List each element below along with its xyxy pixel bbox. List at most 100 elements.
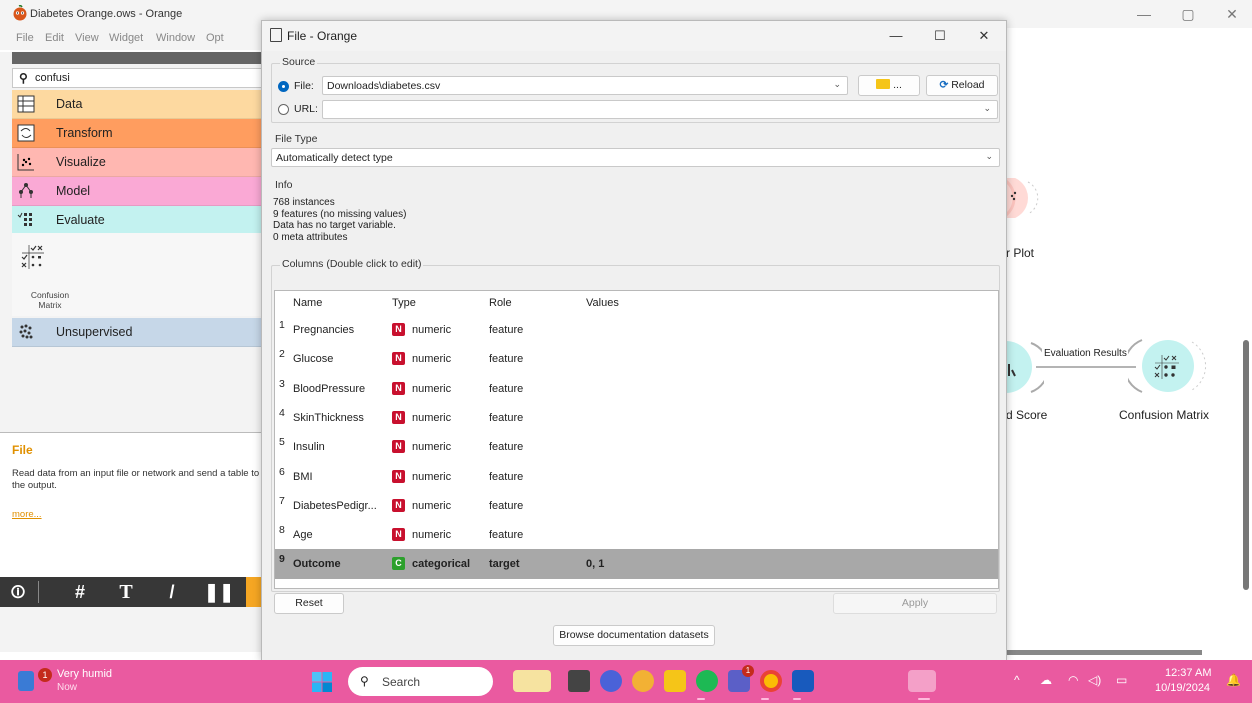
column-values[interactable]: 0, 1 [586,558,604,570]
file-path-value: Downloads\diabetes.csv [327,80,441,92]
chrome-icon[interactable] [760,670,782,692]
browse-documentation-button[interactable]: Browse documentation datasets [553,625,715,646]
column-header-values[interactable]: Values [586,297,619,309]
orange-app-icon[interactable] [908,670,936,692]
news-widget-icon[interactable] [513,670,551,692]
dialog-minimize-icon[interactable]: — [882,26,910,46]
column-role[interactable]: feature [489,500,523,512]
confusion-matrix-node[interactable] [1123,336,1208,398]
cloud-icon[interactable]: ☁ [1040,673,1052,687]
task-view-icon[interactable] [568,670,590,692]
column-type[interactable]: numeric [412,500,451,512]
browse-file-button[interactable]: ... [858,75,920,96]
table-row[interactable]: 8 Age Nnumeric feature [275,520,998,549]
close-icon[interactable]: ✕ [1220,4,1244,24]
column-role[interactable]: feature [489,412,523,424]
url-radio[interactable] [278,104,289,115]
file-path-combo[interactable]: Downloads\diabetes.csv ⌄ [322,76,848,95]
table-row[interactable]: 1 Pregnancies Nnumeric feature [275,315,998,344]
column-type[interactable]: numeric [412,471,451,483]
column-header-role[interactable]: Role [489,297,512,309]
link-label[interactable]: Evaluation Results [1042,348,1129,359]
windows-start-icon[interactable] [312,672,332,692]
help-more-link[interactable]: more... [12,509,42,520]
weather-title[interactable]: Very humid [57,668,112,680]
tray-chevron-icon[interactable]: ^ [1014,673,1020,687]
table-row[interactable]: 9 Outcome Ccategorical target 0, 1 [275,549,998,579]
menu-window[interactable]: Window [156,32,195,44]
table-row[interactable]: 7 DiabetesPedigr... Nnumeric feature [275,491,998,520]
toolbox-search-input[interactable]: ⚲ confusi [12,68,262,88]
column-type[interactable]: numeric [412,353,451,365]
clock-date[interactable]: 10/19/2024 [1155,682,1210,694]
menu-widget[interactable]: Widget [109,32,143,44]
column-header-type[interactable]: Type [392,297,416,309]
text-annotation-icon[interactable]: T [112,580,140,604]
file-explorer-icon[interactable] [664,670,686,692]
column-role[interactable]: feature [489,471,523,483]
dialog-maximize-icon[interactable]: ☐ [926,26,954,46]
column-type[interactable]: numeric [412,529,451,541]
volume-icon[interactable]: ◁) [1088,673,1101,687]
column-type[interactable]: numeric [412,412,451,424]
column-type[interactable]: numeric [412,383,451,395]
teams-meet-icon[interactable] [600,670,622,692]
table-row[interactable]: 4 SkinThickness Nnumeric feature [275,403,998,432]
apply-button[interactable]: Apply [833,593,997,614]
weather-icon[interactable] [18,671,34,691]
scatter-plot-node[interactable] [984,176,1046,232]
category-data[interactable]: Data [12,90,262,119]
battery-icon[interactable]: ▭ [1116,673,1127,687]
menu-options[interactable]: Opt [206,32,224,44]
canvas-vertical-scrollbar[interactable] [1243,340,1249,590]
category-model[interactable]: Model [12,177,262,206]
reload-button[interactable]: ⟳ Reload [926,75,998,96]
reset-button[interactable]: Reset [274,593,344,614]
word-icon[interactable] [792,670,814,692]
minimize-icon[interactable]: — [1132,4,1156,24]
category-visualize[interactable]: Visualize [12,148,262,177]
menu-view[interactable]: View [75,32,99,44]
columns-table[interactable]: Name Type Role Values 1 Pregnancies Nnumer… [274,290,999,589]
category-evaluate[interactable]: Evaluate [12,206,262,235]
table-row[interactable]: 5 Insulin Nnumeric feature [275,432,998,461]
column-role[interactable]: target [489,558,520,570]
notification-bell-icon[interactable]: 🔔 [1226,673,1241,687]
pause-icon[interactable]: ❚❚ [204,580,234,604]
column-role[interactable]: feature [489,441,523,453]
photos-icon[interactable] [632,670,654,692]
clock-time[interactable]: 12:37 AM [1165,667,1211,679]
table-row[interactable]: 3 BloodPressure Nnumeric feature [275,374,998,403]
menu-edit[interactable]: Edit [45,32,64,44]
info-icon[interactable]: 🛈 [4,580,32,604]
column-role[interactable]: feature [489,353,523,365]
dialog-close-icon[interactable]: ✕ [970,26,998,46]
spotify-icon[interactable] [696,670,718,692]
table-row[interactable]: 6 BMI Nnumeric feature [275,462,998,491]
confusion-matrix-widget-label[interactable]: Confusion Matrix [20,290,80,310]
column-header-name[interactable]: Name [293,297,322,309]
column-type[interactable]: categorical [412,558,470,570]
arrow-annotation-icon[interactable]: / [158,580,186,604]
canvas-horizontal-scrollbar[interactable] [1006,650,1202,655]
menu-file[interactable]: File [16,32,34,44]
confusion-matrix-icon[interactable] [20,243,46,271]
file-type-combo[interactable]: Automatically detect type ⌄ [271,148,1000,167]
url-combo[interactable]: ⌄ [322,100,998,119]
category-transform[interactable]: Transform [12,119,262,148]
column-name: SkinThickness [293,411,364,424]
column-role[interactable]: feature [489,529,523,541]
transform-icon [17,124,35,142]
table-row[interactable]: 2 Glucose Nnumeric feature [275,344,998,373]
test-and-score-node[interactable] [980,340,1050,400]
column-type[interactable]: numeric [412,324,451,336]
column-role[interactable]: feature [489,383,523,395]
column-type[interactable]: numeric [412,441,451,453]
column-role[interactable]: feature [489,324,523,336]
file-radio[interactable] [278,81,289,92]
taskbar-search-box[interactable]: ⚲ Search [348,667,493,696]
grid-icon[interactable]: # [66,580,94,604]
restore-icon[interactable]: ▢ [1176,4,1200,24]
category-unsupervised[interactable]: Unsupervised [12,318,262,347]
wifi-icon[interactable]: ◠ [1068,673,1078,687]
